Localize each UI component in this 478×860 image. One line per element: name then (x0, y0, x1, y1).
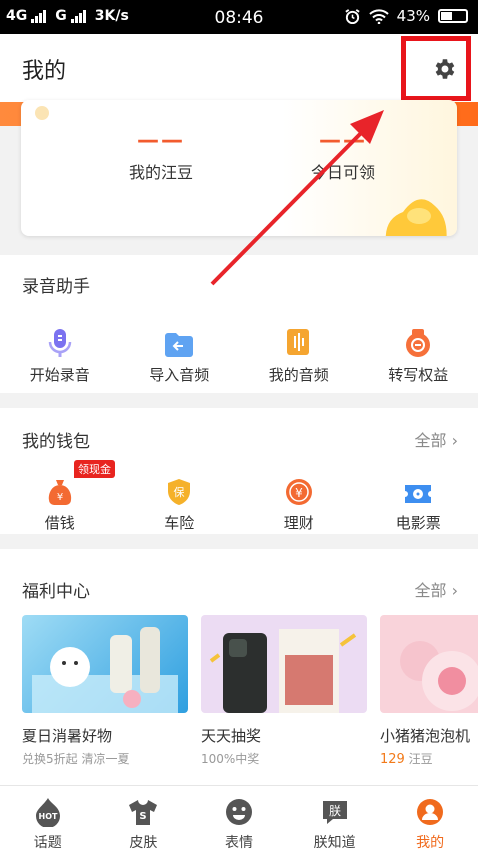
card-subtitle: 100%中奖 (201, 752, 260, 766)
movie-ticket-icon (405, 485, 432, 503)
tab-label: 朕知道 (313, 835, 356, 851)
tab-zhen-know[interactable]: 朕 朕知道 (287, 786, 383, 860)
movie-ticket-button[interactable]: 电影票 (359, 466, 478, 533)
tab-label: 我的 (416, 835, 445, 851)
svg-text:S: S (140, 811, 147, 822)
smiley-icon (225, 799, 252, 825)
loan-button[interactable]: 领现金 ¥ 借钱 (0, 460, 120, 533)
section-title: 福利中心 (22, 582, 90, 602)
svg-text:¥: ¥ (295, 486, 303, 500)
points-value: —— (137, 128, 185, 153)
gear-icon (435, 59, 455, 79)
points-label: 今日可领 (310, 163, 375, 182)
chevron-right-icon: › (451, 581, 458, 600)
points-value: —— (319, 128, 367, 153)
decoration-dot (35, 106, 49, 120)
grid-item-label: 电影票 (395, 514, 441, 532)
bottom-tab-bar: HOT 话题 S 皮肤 表情 朕 朕知道 我的 (0, 785, 478, 860)
points-card: —— 我的汪豆 —— 今日可领 (21, 100, 457, 236)
welfare-card[interactable]: 夏日消暑好物 兑换5折起 清凉一夏 (22, 615, 188, 775)
money-bag-icon: ¥ (48, 480, 71, 505)
card-title: 夏日消暑好物 (22, 727, 113, 745)
battery-percent: 43% (396, 7, 430, 25)
transcribe-icon (406, 329, 431, 357)
svg-text:HOT: HOT (38, 812, 57, 821)
grid-item-label: 借钱 (44, 514, 75, 532)
more-label: 全部 (414, 581, 447, 600)
svg-text:保: 保 (174, 485, 185, 499)
grid-item-label: 我的音频 (268, 366, 329, 384)
cash-badge: 领现金 (74, 460, 115, 478)
transcribe-rights-button[interactable]: 转写权益 (359, 318, 478, 385)
card-title: 天天抽奖 (201, 727, 262, 745)
welfare-card[interactable]: 天天抽奖 100%中奖 (201, 615, 367, 775)
battery-icon (438, 9, 468, 23)
start-recording-button[interactable]: 开始录音 (0, 318, 120, 385)
tshirt-icon: S (129, 800, 158, 825)
wallet-more-link[interactable]: 全部 › (414, 427, 458, 451)
card-points: 129 汪豆 (380, 750, 478, 767)
grid-item-label: 导入音频 (149, 366, 210, 384)
section-title: 我的钱包 (22, 432, 90, 452)
welfare-card[interactable]: 小猪猪泡泡机 129 汪豆 (380, 615, 478, 775)
points-label: 我的汪豆 (128, 163, 193, 182)
profile-icon (417, 799, 444, 825)
tab-label: 表情 (224, 835, 253, 851)
audio-file-icon (286, 329, 309, 355)
welfare-more-link[interactable]: 全部 › (414, 577, 458, 601)
grid-item-label: 转写权益 (388, 366, 449, 384)
system-icons: 43% (344, 7, 468, 25)
tab-label: 皮肤 (129, 835, 158, 851)
tab-skins[interactable]: S 皮肤 (96, 786, 192, 860)
zhen-know-icon: 朕 (322, 801, 347, 824)
section-title: 录音助手 (22, 277, 90, 297)
card-title: 小猪猪泡泡机 (380, 727, 471, 745)
bubble-machine-image (380, 615, 478, 713)
mic-icon (48, 329, 71, 357)
hot-topic-icon: HOT (35, 798, 60, 827)
wifi-icon (368, 9, 389, 24)
svg-text:¥: ¥ (57, 492, 63, 503)
status-bar: 4G G 3K/s 08:46 43% (0, 0, 478, 34)
points-today[interactable]: —— 今日可领 (273, 128, 413, 183)
grid-item-label: 理财 (283, 514, 314, 532)
coin-illustration (385, 199, 447, 236)
my-audio-button[interactable]: 我的音频 (239, 318, 359, 385)
points-unit: 汪豆 (404, 752, 433, 766)
points-balance[interactable]: —— 我的汪豆 (91, 128, 231, 183)
page-title: 我的 (22, 59, 67, 84)
grid-item-label: 车险 (164, 514, 195, 532)
svg-text:朕: 朕 (329, 803, 341, 818)
chevron-right-icon: › (451, 431, 458, 450)
summer-goods-image (22, 615, 188, 713)
recording-section: 录音助手 开始录音 导入音频 我的音频 转写权益 (0, 255, 478, 393)
tab-label: 话题 (33, 835, 62, 851)
import-folder-icon (165, 333, 194, 357)
tab-mine[interactable]: 我的 (382, 786, 478, 860)
finance-button[interactable]: ¥ 理财 (239, 466, 359, 533)
import-audio-button[interactable]: 导入音频 (120, 318, 240, 385)
wallet-section: 我的钱包 全部 › 领现金 ¥ 借钱 保 车险 ¥ 理财 电影票 (0, 408, 478, 534)
grid-item-label: 开始录音 (29, 366, 90, 384)
welfare-cards: 夏日消暑好物 兑换5折起 清凉一夏 天天抽奖 100%中奖 小猪猪泡泡机 129… (22, 615, 478, 775)
alarm-icon (345, 8, 360, 24)
card-subtitle: 兑换5折起 清凉一夏 (22, 752, 130, 766)
more-label: 全部 (414, 431, 447, 450)
car-insurance-button[interactable]: 保 车险 (120, 466, 240, 533)
tab-topics[interactable]: HOT 话题 (0, 786, 96, 860)
settings-button[interactable] (401, 36, 471, 101)
shield-icon: 保 (168, 479, 191, 505)
lottery-image (201, 615, 367, 713)
points-amount: 129 (380, 752, 405, 767)
yen-coin-icon: ¥ (285, 479, 312, 505)
tab-emoji[interactable]: 表情 (191, 786, 287, 860)
